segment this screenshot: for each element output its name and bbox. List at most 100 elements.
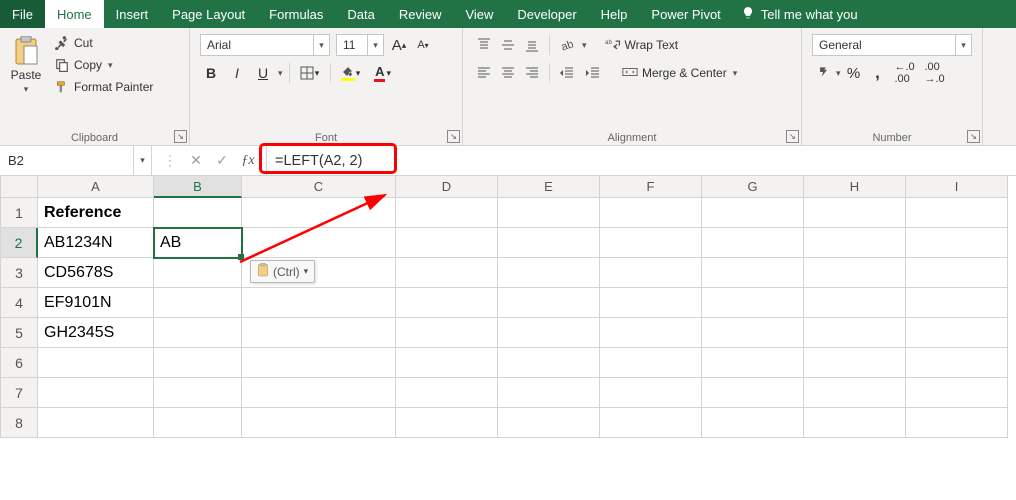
cell-B4[interactable] (154, 288, 242, 318)
row-header-6[interactable]: 6 (0, 348, 38, 378)
cell-A3[interactable]: CD5678S (38, 258, 154, 288)
cell-C6[interactable] (242, 348, 396, 378)
cell-H3[interactable] (804, 258, 906, 288)
cell-I1[interactable] (906, 198, 1008, 228)
cell-I7[interactable] (906, 378, 1008, 408)
cell-C5[interactable] (242, 318, 396, 348)
cell-A8[interactable] (38, 408, 154, 438)
chevron-down-icon[interactable]: ▾ (278, 68, 283, 79)
cell-H4[interactable] (804, 288, 906, 318)
cell-F4[interactable] (600, 288, 702, 318)
dialog-launcher-alignment[interactable]: ↘ (786, 130, 799, 143)
accounting-format-button[interactable] (812, 62, 834, 84)
cell-E8[interactable] (498, 408, 600, 438)
tab-help[interactable]: Help (589, 0, 640, 28)
col-header-E[interactable]: E (498, 176, 600, 198)
align-bottom-button[interactable] (521, 34, 543, 56)
select-all-corner[interactable] (0, 176, 38, 198)
cell-I3[interactable] (906, 258, 1008, 288)
percent-button[interactable]: % (843, 62, 865, 84)
cell-B7[interactable] (154, 378, 242, 408)
borders-button[interactable]: ▾ (296, 62, 324, 84)
cell-A6[interactable] (38, 348, 154, 378)
tell-me-box[interactable]: Tell me what you (733, 0, 866, 28)
font-color-button[interactable]: A▾ (369, 62, 397, 84)
chevron-down-icon[interactable]: ▾ (367, 35, 383, 55)
enter-formula-button[interactable]: ✓ (210, 152, 234, 169)
name-box[interactable]: B2 ▾ (0, 146, 152, 175)
cell-I4[interactable] (906, 288, 1008, 318)
col-header-I[interactable]: I (906, 176, 1008, 198)
col-header-C[interactable]: C (242, 176, 396, 198)
cell-C1[interactable] (242, 198, 396, 228)
cell-I5[interactable] (906, 318, 1008, 348)
chevron-down-icon[interactable]: ▾ (733, 68, 738, 79)
cell-C7[interactable] (242, 378, 396, 408)
cell-E1[interactable] (498, 198, 600, 228)
cell-A1[interactable]: Reference (38, 198, 154, 228)
cell-E7[interactable] (498, 378, 600, 408)
comma-button[interactable]: , (867, 62, 889, 84)
cell-I8[interactable] (906, 408, 1008, 438)
cell-E5[interactable] (498, 318, 600, 348)
decrease-indent-button[interactable] (556, 62, 578, 84)
bold-button[interactable]: B (200, 62, 222, 84)
cell-G3[interactable] (702, 258, 804, 288)
col-header-B[interactable]: B (154, 176, 242, 198)
cell-D4[interactable] (396, 288, 498, 318)
italic-button[interactable]: I (226, 62, 248, 84)
dialog-launcher-font[interactable]: ↘ (447, 130, 460, 143)
cell-G5[interactable] (702, 318, 804, 348)
chevron-down-icon[interactable]: ▾ (133, 146, 151, 175)
align-left-button[interactable] (473, 62, 495, 84)
cell-G7[interactable] (702, 378, 804, 408)
fill-handle[interactable] (238, 254, 244, 260)
cell-D8[interactable] (396, 408, 498, 438)
align-center-button[interactable] (497, 62, 519, 84)
cell-I2[interactable] (906, 228, 1008, 258)
tab-page-layout[interactable]: Page Layout (160, 0, 257, 28)
dialog-launcher-number[interactable]: ↘ (967, 130, 980, 143)
cell-F5[interactable] (600, 318, 702, 348)
cell-G1[interactable] (702, 198, 804, 228)
align-right-button[interactable] (521, 62, 543, 84)
chevron-down-icon[interactable]: ▾ (24, 84, 29, 95)
cell-E4[interactable] (498, 288, 600, 318)
cell-B2[interactable]: AB (154, 228, 242, 258)
increase-font-button[interactable]: A▴ (390, 34, 408, 56)
decrease-font-button[interactable]: A▾ (414, 34, 432, 56)
cell-F7[interactable] (600, 378, 702, 408)
col-header-D[interactable]: D (396, 176, 498, 198)
row-header-4[interactable]: 4 (0, 288, 38, 318)
row-header-1[interactable]: 1 (0, 198, 38, 228)
cell-E2[interactable] (498, 228, 600, 258)
cell-F8[interactable] (600, 408, 702, 438)
cell-D2[interactable] (396, 228, 498, 258)
cell-C2[interactable] (242, 228, 396, 258)
cell-C3[interactable]: (Ctrl) ▾ (242, 258, 396, 288)
cell-H8[interactable] (804, 408, 906, 438)
cell-H7[interactable] (804, 378, 906, 408)
cell-G4[interactable] (702, 288, 804, 318)
increase-decimal-button[interactable]: ←.0.00 (891, 62, 919, 84)
expand-formula-button[interactable]: ⋮ (158, 152, 182, 169)
row-header-2[interactable]: 2 (0, 228, 38, 258)
chevron-down-icon[interactable]: ▾ (313, 35, 329, 55)
merge-center-button[interactable]: Merge & Center ▾ (618, 62, 741, 84)
chevron-down-icon[interactable]: ▾ (955, 35, 971, 55)
cell-B8[interactable] (154, 408, 242, 438)
cell-D5[interactable] (396, 318, 498, 348)
increase-indent-button[interactable] (582, 62, 604, 84)
align-top-button[interactable] (473, 34, 495, 56)
wrap-text-button[interactable]: ab Wrap Text (601, 34, 683, 56)
row-header-8[interactable]: 8 (0, 408, 38, 438)
cell-C4[interactable] (242, 288, 396, 318)
cell-F3[interactable] (600, 258, 702, 288)
cell-G2[interactable] (702, 228, 804, 258)
cell-A5[interactable]: GH2345S (38, 318, 154, 348)
insert-function-button[interactable]: ƒx (236, 153, 260, 169)
dialog-launcher-clipboard[interactable]: ↘ (174, 130, 187, 143)
number-format-combo[interactable]: General ▾ (812, 34, 972, 56)
cell-A2[interactable]: AB1234N (38, 228, 154, 258)
col-header-A[interactable]: A (38, 176, 154, 198)
